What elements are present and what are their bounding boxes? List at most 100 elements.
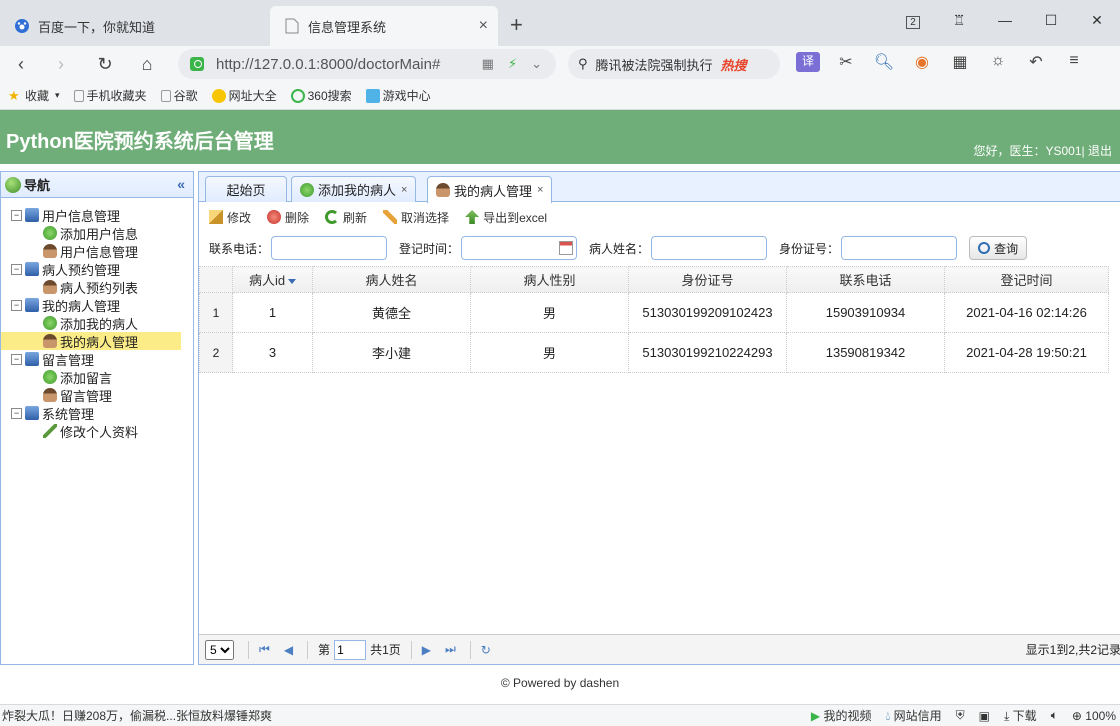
volume-icon[interactable]: 🔈︎: [1051, 708, 1058, 723]
qr-icon[interactable]: ▦: [482, 56, 494, 72]
cell-id: 1: [232, 292, 313, 333]
url-input[interactable]: http://127.0.0.1:8000/doctorMain# ▦ ⚡ ⌄: [178, 49, 556, 79]
cell-sex: 男: [470, 292, 629, 333]
tree-toggle-icon[interactable]: −: [11, 299, 22, 311]
nav-group-my-patients[interactable]: − 我的病人管理: [1, 296, 193, 314]
logout-link[interactable]: 退出: [1088, 144, 1112, 158]
baidu-paw-icon: [14, 18, 30, 34]
minimize-button[interactable]: —: [982, 12, 1028, 28]
site-credit-button[interactable]: 💧︎ 网站信用: [885, 707, 941, 724]
page-size-select[interactable]: 5: [205, 639, 234, 660]
column-header-time[interactable]: 登记时间: [944, 266, 1109, 293]
shirt-icon[interactable]: ♖: [936, 12, 982, 29]
new-tab-button[interactable]: +: [510, 12, 523, 38]
table-row[interactable]: 1 1 黄德全 男 513030199209102423 15903910934…: [199, 292, 1109, 333]
magnifier-icon[interactable]: 🔍︎: [872, 52, 896, 72]
prev-page-icon[interactable]: ◀: [284, 643, 293, 657]
close-tab-icon[interactable]: ×: [401, 184, 407, 196]
close-tab-icon[interactable]: ×: [479, 17, 488, 35]
collapse-icon[interactable]: «: [177, 176, 185, 192]
nav-item-message-manage[interactable]: 留言管理: [1, 386, 193, 404]
apps-grid-icon[interactable]: ▦: [948, 52, 972, 72]
bolt-icon[interactable]: ⚡: [508, 56, 517, 72]
reload-icon[interactable]: ↻: [481, 643, 491, 657]
globe-icon: [5, 176, 21, 193]
download-button[interactable]: ⤓ 下载: [1004, 707, 1037, 724]
close-tab-icon[interactable]: ×: [537, 184, 543, 196]
column-header-idcard[interactable]: 身份证号: [628, 266, 787, 293]
column-header-id[interactable]: 病人id: [232, 266, 313, 293]
chevron-down-icon[interactable]: ⌄: [531, 56, 542, 72]
bookmark-360[interactable]: 360搜索: [290, 87, 352, 104]
menu-icon[interactable]: ≡: [1062, 52, 1086, 72]
reload-button[interactable]: ↻: [92, 52, 118, 76]
tab-home[interactable]: 起始页: [205, 176, 287, 202]
translate-icon[interactable]: 译: [796, 52, 820, 72]
nav-group-users[interactable]: − 用户信息管理: [1, 206, 193, 224]
query-button[interactable]: 查询: [969, 236, 1028, 260]
tab-count-badge[interactable]: 2: [890, 12, 936, 29]
column-header-phone[interactable]: 联系电话: [786, 266, 945, 293]
refresh-button[interactable]: 刷新: [325, 209, 367, 226]
tree-toggle-icon[interactable]: −: [11, 353, 22, 365]
home-button[interactable]: ⌂: [134, 52, 160, 76]
bookmark-favorites[interactable]: ★ 收藏 ▾: [8, 87, 60, 104]
maximize-button[interactable]: ☐: [1028, 12, 1074, 29]
nav-item-user-manage[interactable]: 用户信息管理: [1, 242, 193, 260]
news-ticker[interactable]: 炸裂大瓜！日赚208万，偷漏税...张恒放料爆锤郑爽: [2, 707, 272, 724]
nav-item-add-patient[interactable]: 添加我的病人: [1, 314, 193, 332]
nav-item-add-message[interactable]: 添加留言: [1, 368, 193, 386]
bookmark-google[interactable]: 谷歌: [160, 87, 198, 104]
table-row[interactable]: 2 3 李小建 男 513030199210224293 13590819342…: [199, 332, 1109, 373]
column-header-name[interactable]: 病人姓名: [312, 266, 471, 293]
browser-tab-baidu[interactable]: 百度一下，你就知道: [0, 6, 268, 46]
tree-toggle-icon[interactable]: −: [11, 263, 22, 275]
first-page-icon[interactable]: ⏮: [259, 642, 270, 657]
export-excel-button[interactable]: 导出到excel: [465, 209, 547, 226]
next-page-icon[interactable]: ▶: [422, 643, 431, 657]
my-video-button[interactable]: ▶ 我的视频: [811, 707, 872, 724]
patient-name-input[interactable]: [651, 236, 768, 260]
close-window-button[interactable]: ✕: [1074, 12, 1120, 29]
shield-icon[interactable]: ⛨: [956, 708, 965, 723]
tab-add-patient[interactable]: 添加我的病人 ×: [291, 176, 417, 202]
tab-my-patients[interactable]: 我的病人管理 ×: [427, 176, 553, 203]
zoom-level[interactable]: ⊕ 100%: [1072, 709, 1116, 723]
nav-group-system[interactable]: − 系统管理: [1, 404, 193, 422]
back-button[interactable]: ‹: [8, 52, 34, 76]
row-number: 2: [199, 332, 233, 373]
browser-tab-active[interactable]: 信息管理系统 ×: [270, 6, 498, 46]
forward-button[interactable]: ›: [48, 52, 74, 76]
bookmark-mobile[interactable]: 手机收藏夹: [73, 87, 147, 104]
scissors-icon[interactable]: ✂: [834, 52, 858, 72]
browser-tabbar: 百度一下，你就知道 信息管理系统 × + 2 ♖ — ☐ ✕: [0, 0, 1120, 46]
page-number-input[interactable]: [334, 639, 367, 660]
image-icon[interactable]: ▣: [979, 709, 990, 723]
tree-toggle-icon[interactable]: −: [11, 407, 22, 419]
nav-item-edit-profile[interactable]: 修改个人资料: [1, 422, 193, 440]
game-icon[interactable]: ◉: [910, 52, 934, 72]
nav-group-messages[interactable]: − 留言管理: [1, 350, 193, 368]
pagination-bar: 5 ⏮ ◀ 第 共1页 ▶ ⏭ ↻ 显示1到2,共2记录: [199, 634, 1120, 664]
nav-item-my-patients[interactable]: 我的病人管理: [1, 332, 181, 350]
cancel-select-button[interactable]: 取消选择: [383, 209, 449, 226]
calendar-icon[interactable]: [559, 241, 574, 255]
nav-item-add-user[interactable]: 添加用户信息: [1, 224, 193, 242]
last-page-icon[interactable]: ⏭: [445, 642, 456, 657]
bookmark-hao[interactable]: 网址大全: [211, 87, 277, 104]
delete-button[interactable]: 删除: [267, 209, 309, 226]
nav-group-appointments[interactable]: − 病人预约管理: [1, 260, 193, 278]
game-center-icon: [365, 88, 380, 103]
nav-item-appointment-list[interactable]: 病人预约列表: [1, 278, 193, 296]
tree-toggle-icon[interactable]: −: [11, 209, 22, 221]
brightness-icon[interactable]: ☼: [986, 52, 1010, 72]
phone-label: 联系电话：: [209, 241, 270, 256]
bookmark-games[interactable]: 游戏中心: [365, 87, 431, 104]
column-header-sex[interactable]: 病人性别: [470, 266, 629, 293]
browser-search-box[interactable]: ⚲ 腾讯被法院强制执行 热搜: [568, 49, 780, 79]
undo-icon[interactable]: ↶: [1024, 52, 1048, 72]
idcard-input[interactable]: [841, 236, 958, 260]
person-icon: [43, 388, 57, 402]
edit-button[interactable]: 修改: [209, 209, 251, 226]
phone-input[interactable]: [271, 236, 388, 260]
